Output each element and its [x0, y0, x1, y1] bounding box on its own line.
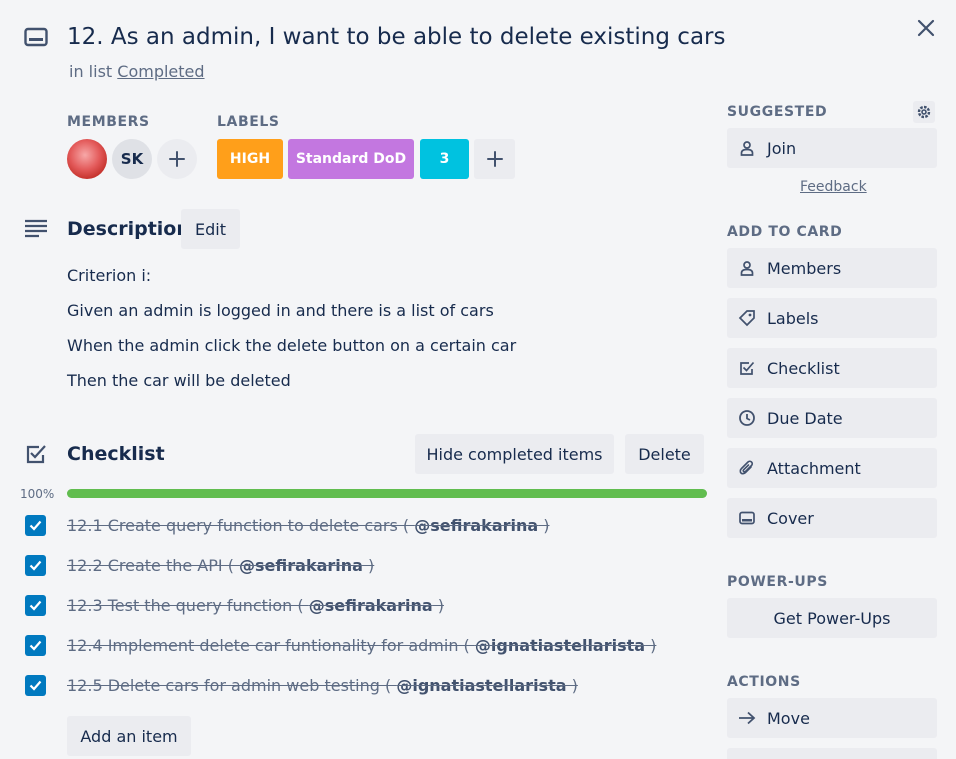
add-to-card-heading: ADD TO CARD: [727, 224, 843, 240]
gear-icon: [917, 105, 931, 119]
arrow-right-icon: [738, 709, 756, 727]
card-title[interactable]: 12. As an admin, I want to be able to de…: [67, 24, 725, 50]
due-date-button[interactable]: Due Date: [727, 398, 937, 438]
hide-completed-button[interactable]: Hide completed items: [415, 434, 614, 474]
suggested-heading: SUGGESTED: [727, 104, 828, 120]
move-button[interactable]: Move: [727, 698, 937, 738]
label-high[interactable]: HIGH: [217, 139, 283, 179]
suggested-settings-button[interactable]: [913, 101, 935, 123]
clock-icon: [738, 409, 756, 427]
cover-label: Cover: [767, 508, 814, 528]
join-button[interactable]: Join: [727, 128, 937, 168]
checkmark-icon: [29, 600, 42, 611]
paperclip-icon: [738, 459, 756, 477]
checkmark-icon: [29, 520, 42, 531]
close-icon[interactable]: [914, 16, 938, 40]
description-icon: [25, 219, 47, 238]
progress-fill: [67, 489, 707, 498]
checklist-label: Checklist: [767, 358, 840, 378]
checklist-checkbox[interactable]: [25, 675, 46, 696]
list-reference: in list Completed: [69, 62, 205, 81]
description-heading: Description: [67, 218, 190, 240]
checklist-icon: [738, 359, 756, 377]
plus-icon: [169, 151, 185, 167]
progress-bar: [67, 489, 707, 498]
cover-icon: [738, 509, 756, 527]
members-label: Members: [767, 258, 842, 278]
checklist-item[interactable]: 12.1 Create query function to delete car…: [67, 516, 550, 535]
join-label: Join: [767, 138, 797, 158]
delete-checklist-button[interactable]: Delete: [625, 434, 704, 474]
card-icon: [24, 27, 48, 47]
checklist-button[interactable]: Checklist: [727, 348, 937, 388]
checklist-checkbox[interactable]: [25, 635, 46, 656]
list-link[interactable]: Completed: [117, 62, 204, 81]
attachment-label: Attachment: [767, 458, 861, 478]
description-line: Then the car will be deleted: [67, 371, 291, 390]
feedback-link[interactable]: Feedback: [800, 179, 867, 195]
add-member-button[interactable]: [157, 139, 197, 179]
copy-button[interactable]: [727, 748, 937, 759]
description-line: When the admin click the delete button o…: [67, 336, 517, 355]
checklist-item[interactable]: 12.4 Implement delete car funtionality f…: [67, 636, 656, 655]
checklist-item[interactable]: 12.3 Test the query function ( @sefiraka…: [67, 596, 444, 615]
checkmark-icon: [29, 560, 42, 571]
in-list-prefix: in list: [69, 62, 113, 81]
progress-percent: 100%: [20, 487, 55, 501]
actions-heading: ACTIONS: [727, 674, 801, 690]
tag-icon: [738, 309, 756, 327]
checklist-checkbox[interactable]: [25, 595, 46, 616]
labels-button[interactable]: Labels: [727, 298, 937, 338]
avatar[interactable]: [67, 139, 107, 179]
cover-button[interactable]: Cover: [727, 498, 937, 538]
avatar-sk[interactable]: SK: [112, 139, 152, 179]
checklist-checkbox[interactable]: [25, 555, 46, 576]
label-standard-dod[interactable]: Standard DoD: [288, 139, 414, 179]
checklist-item[interactable]: 12.5 Delete cars for admin web testing (…: [67, 676, 578, 695]
members-button[interactable]: Members: [727, 248, 937, 288]
get-power-ups-button[interactable]: Get Power-Ups: [727, 598, 937, 638]
plus-icon: [486, 151, 503, 167]
add-item-button[interactable]: Add an item: [67, 716, 191, 756]
attachment-button[interactable]: Attachment: [727, 448, 937, 488]
checklist-icon: [26, 445, 46, 464]
checkmark-icon: [29, 680, 42, 691]
description-line: Criterion i:: [67, 266, 152, 285]
due-date-label: Due Date: [767, 408, 843, 428]
checklist-checkbox[interactable]: [25, 515, 46, 536]
labels-heading: LABELS: [217, 114, 280, 130]
checklist-item[interactable]: 12.2 Create the API ( @sefirakarina ): [67, 556, 374, 575]
label-3[interactable]: 3: [420, 139, 469, 179]
checklist-heading: Checklist: [67, 443, 165, 465]
move-label: Move: [767, 708, 810, 728]
add-label-button[interactable]: [474, 139, 515, 179]
labels-label: Labels: [767, 308, 819, 328]
edit-description-button[interactable]: Edit: [181, 209, 240, 249]
checkmark-icon: [29, 640, 42, 651]
person-icon: [738, 259, 756, 277]
members-heading: MEMBERS: [67, 114, 150, 130]
description-line: Given an admin is logged in and there is…: [67, 301, 494, 320]
person-icon: [738, 139, 756, 157]
power-ups-heading: POWER-UPS: [727, 574, 828, 590]
